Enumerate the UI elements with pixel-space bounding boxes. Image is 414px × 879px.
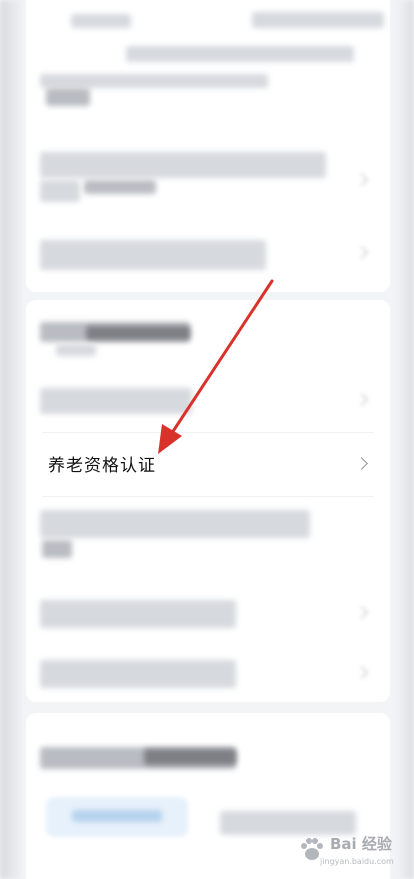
arrow-shaft — [164, 279, 274, 444]
baidu-jingyan-watermark: Bai 经验 jingyan.baidu.com — [290, 831, 408, 871]
arrow-head — [158, 424, 182, 454]
watermark-brand: Bai 经验 — [330, 835, 392, 853]
annotation-arrow — [158, 279, 274, 454]
watermark-url: jingyan.baidu.com — [320, 857, 394, 866]
